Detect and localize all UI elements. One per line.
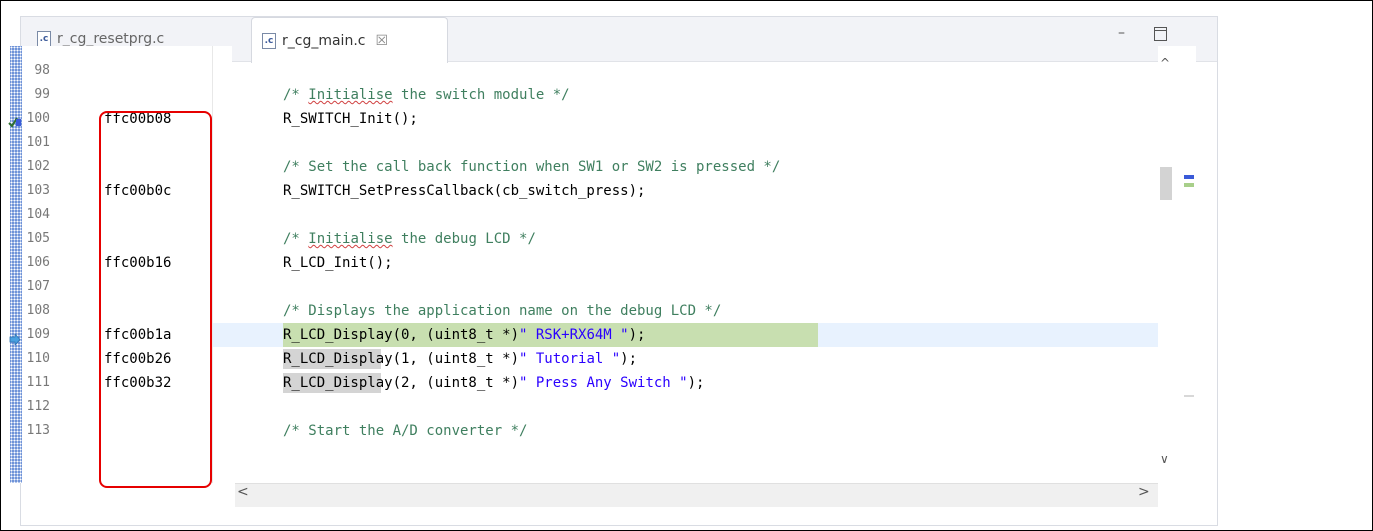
- address-highlight-box: [99, 111, 212, 488]
- scroll-down-icon[interactable]: ∨: [1160, 452, 1169, 466]
- code-area[interactable]: /* Initialise the switch module */ R_SWIT…: [213, 46, 1160, 483]
- horizontal-scrollbar[interactable]: [235, 483, 1158, 507]
- code-text: R_LCD_Display(1, (uint8_t *)" Tutorial "…: [283, 351, 638, 367]
- code-line[interactable]: R_SWITCH_Init();: [213, 107, 1160, 131]
- code-line[interactable]: [213, 59, 1160, 83]
- line-number: 105: [26, 231, 50, 246]
- scroll-up-icon[interactable]: ^: [1160, 56, 1170, 70]
- line-number: 107: [26, 279, 50, 294]
- code-line[interactable]: /* Start the A/D converter */: [213, 419, 1160, 443]
- code-text: /* Displays the application name on the …: [283, 303, 722, 319]
- line-number: 112: [26, 399, 50, 414]
- code-text: R_LCD_Display(2, (uint8_t *)" Press Any …: [283, 375, 705, 391]
- line-number: 110: [26, 351, 50, 366]
- current-line-arrow-icon: [9, 330, 21, 347]
- line-number: 109: [26, 327, 50, 342]
- line-number: 103: [26, 183, 50, 198]
- code-line[interactable]: R_LCD_Display(2, (uint8_t *)" Press Any …: [213, 371, 1160, 395]
- line-number: 101: [26, 135, 50, 150]
- code-text: R_SWITCH_SetPressCallback(cb_switch_pres…: [283, 183, 646, 199]
- overview-marker-current[interactable]: [1184, 183, 1194, 187]
- line-number: 104: [26, 207, 50, 222]
- c-file-icon: .c: [37, 31, 51, 47]
- code-line[interactable]: [213, 203, 1160, 227]
- minimize-icon[interactable]: –: [1118, 25, 1125, 41]
- code-line[interactable]: /* Initialise the switch module */: [213, 83, 1160, 107]
- line-number: 98: [34, 63, 50, 78]
- maximize-icon[interactable]: [1154, 27, 1167, 41]
- scroll-right-icon[interactable]: >: [1138, 484, 1150, 500]
- overview-marker[interactable]: [1184, 395, 1194, 397]
- vertical-scrollbar[interactable]: [1158, 46, 1178, 483]
- code-line[interactable]: /* Set the call back function when SW1 o…: [213, 155, 1160, 179]
- line-number: 113: [26, 423, 50, 438]
- code-line[interactable]: [213, 395, 1160, 419]
- line-number: 111: [26, 375, 50, 390]
- overview-ruler[interactable]: [1178, 46, 1196, 483]
- line-number: 108: [26, 303, 50, 318]
- line-number: 99: [34, 87, 50, 102]
- code-line[interactable]: [213, 131, 1160, 155]
- scrollbar-thumb[interactable]: [1160, 167, 1172, 200]
- code-line[interactable]: R_LCD_Display(0, (uint8_t *)" RSK+RX64M …: [213, 323, 1160, 347]
- code-line[interactable]: /* Initialise the debug LCD */: [213, 227, 1160, 251]
- code-text: /* Set the call back function when SW1 o…: [283, 159, 781, 175]
- line-number: 102: [26, 159, 50, 174]
- line-number: 100: [26, 111, 50, 126]
- code-line[interactable]: R_SWITCH_SetPressCallback(cb_switch_pres…: [213, 179, 1160, 203]
- code-text: R_LCD_Display(0, (uint8_t *)" RSK+RX64M …: [283, 327, 646, 343]
- code-line[interactable]: /* Displays the application name on the …: [213, 299, 1160, 323]
- annotation-ruler[interactable]: [10, 46, 22, 483]
- code-line[interactable]: R_LCD_Display(1, (uint8_t *)" Tutorial "…: [213, 347, 1160, 371]
- code-text: /* Initialise the switch module */: [283, 87, 570, 103]
- code-line[interactable]: [213, 275, 1160, 299]
- code-text: R_LCD_Init();: [283, 255, 393, 271]
- code-text: R_SWITCH_Init();: [283, 111, 418, 127]
- overview-marker-breakpoint[interactable]: [1184, 175, 1194, 179]
- scroll-left-icon[interactable]: <: [237, 484, 249, 500]
- code-text: /* Initialise the debug LCD */: [283, 231, 536, 247]
- code-line[interactable]: R_LCD_Init();: [213, 251, 1160, 275]
- tab-label: r_cg_resetprg.c: [57, 31, 165, 47]
- line-number: 106: [26, 255, 50, 270]
- code-text: /* Start the A/D converter */: [283, 423, 528, 439]
- breakpoint-icon[interactable]: [8, 113, 22, 128]
